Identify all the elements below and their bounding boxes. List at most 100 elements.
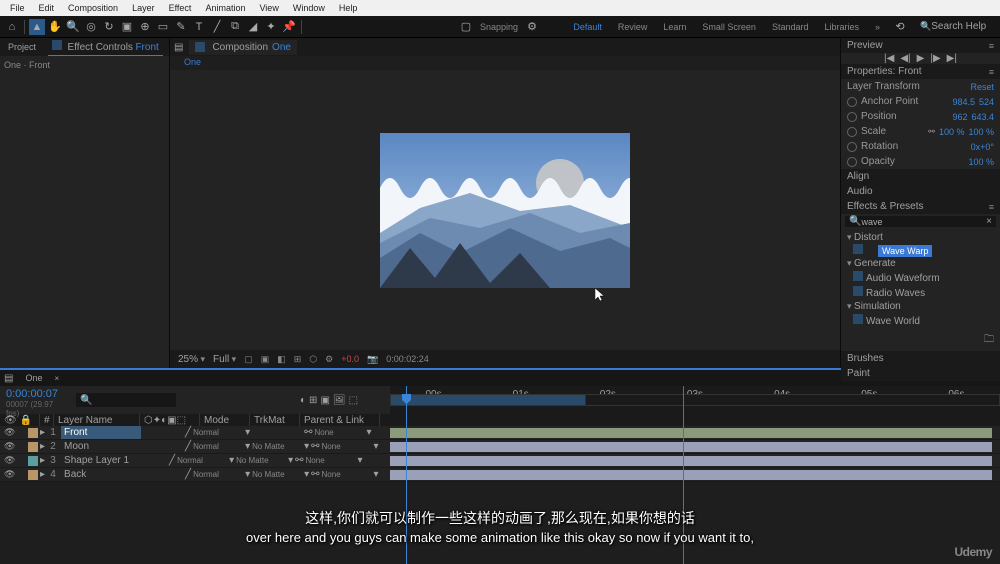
close-tab-icon[interactable]: ×: [54, 374, 59, 383]
snapping-label[interactable]: Snapping: [476, 22, 522, 32]
puppet-tool[interactable]: 📌: [281, 19, 297, 35]
panel-menu-icon[interactable]: ▤: [174, 42, 183, 53]
menu-composition[interactable]: Composition: [62, 2, 124, 14]
effect-wave-world[interactable]: Wave World: [841, 313, 1000, 328]
viewer-btn-2[interactable]: ▣: [261, 354, 270, 365]
first-frame-icon[interactable]: |◀: [884, 53, 894, 64]
visibility-icon[interactable]: 👁: [4, 441, 14, 452]
parent-dropdown[interactable]: None: [314, 428, 364, 437]
stopwatch-icon[interactable]: [847, 112, 857, 122]
pos-y[interactable]: 643.4: [971, 112, 994, 122]
play-icon[interactable]: ▶: [917, 53, 925, 64]
last-frame-icon[interactable]: ▶|: [947, 53, 957, 64]
effect-radio-waves[interactable]: Radio Waves: [841, 285, 1000, 300]
rotation-val[interactable]: 0x+0°: [971, 142, 994, 152]
layer-duration-bar[interactable]: [390, 456, 992, 466]
visibility-icon[interactable]: 👁: [4, 469, 14, 480]
panel-menu-icon[interactable]: ≡: [989, 202, 994, 212]
menu-window[interactable]: Window: [287, 2, 331, 14]
stopwatch-icon[interactable]: [847, 127, 857, 137]
camera-tool[interactable]: ▣: [119, 19, 135, 35]
viewer-btn-6[interactable]: ⚙: [325, 354, 333, 365]
type-tool[interactable]: T: [191, 19, 207, 35]
timeline-search[interactable]: 🔍: [76, 393, 176, 407]
resolution-dropdown[interactable]: Full ▾: [213, 354, 236, 365]
workspace-standard[interactable]: Standard: [768, 22, 813, 32]
prev-frame-icon[interactable]: ◀|: [900, 53, 910, 64]
tl-icon-1[interactable]: ◐: [300, 395, 306, 406]
timecode[interactable]: 0:00:00:07 00007 (29.97 fps): [0, 386, 70, 414]
home-icon[interactable]: ⌂: [4, 19, 20, 35]
brush-tool[interactable]: ╱: [209, 19, 225, 35]
comp-breadcrumb[interactable]: One: [178, 56, 207, 70]
visibility-icon[interactable]: 👁: [4, 427, 14, 438]
scale-x[interactable]: 100 %: [939, 127, 965, 137]
parent-pick-icon[interactable]: ⚯: [311, 441, 319, 452]
blend-mode[interactable]: Normal: [193, 428, 243, 437]
visibility-icon[interactable]: 👁: [4, 455, 14, 466]
color-label[interactable]: [28, 456, 38, 466]
category-generate[interactable]: ▾ Generate: [841, 257, 1000, 270]
parent-dropdown[interactable]: None: [322, 442, 372, 451]
layer-row[interactable]: 👁 ▸ 3 Shape Layer 1 ╱ Normal▾ No Matte▾ …: [0, 454, 1000, 468]
menu-layer[interactable]: Layer: [126, 2, 161, 14]
twirl-icon[interactable]: ▸: [40, 427, 45, 438]
tl-icon-4[interactable]: 🖼: [333, 395, 346, 406]
snap-icon[interactable]: ▢: [458, 19, 474, 35]
zoom-tool[interactable]: 🔍: [65, 19, 81, 35]
workspace-more-icon[interactable]: »: [871, 22, 884, 32]
layer-duration-bar[interactable]: [390, 428, 992, 438]
color-label[interactable]: [28, 470, 38, 480]
track-matte[interactable]: No Matte: [252, 470, 302, 479]
pen-tool[interactable]: ✎: [173, 19, 189, 35]
menu-help[interactable]: Help: [333, 2, 364, 14]
panel-menu-icon[interactable]: ≡: [989, 41, 994, 51]
eraser-tool[interactable]: ◢: [245, 19, 261, 35]
parent-pick-icon[interactable]: ⚯: [295, 455, 303, 466]
stopwatch-icon[interactable]: [847, 157, 857, 167]
paint-header[interactable]: Paint: [841, 366, 1000, 381]
composition-viewer[interactable]: [170, 70, 840, 350]
clone-tool[interactable]: ⧉: [227, 19, 243, 35]
twirl-icon[interactable]: ▸: [40, 441, 45, 452]
menu-view[interactable]: View: [253, 2, 284, 14]
rect-tool[interactable]: ▭: [155, 19, 171, 35]
parent-dropdown[interactable]: None: [322, 470, 372, 479]
menu-animation[interactable]: Animation: [199, 2, 251, 14]
brushes-header[interactable]: Brushes: [841, 351, 1000, 366]
pan-behind-tool[interactable]: ⊕: [137, 19, 153, 35]
timeline-tab-one[interactable]: One: [19, 372, 48, 384]
zoom-dropdown[interactable]: 25% ▾: [178, 354, 205, 365]
parent-dropdown[interactable]: None: [306, 456, 356, 465]
layer-row[interactable]: 👁 ▸ 4 Back ╱ Normal▾ No Matte▾ ⚯None▾: [0, 468, 1000, 482]
next-frame-icon[interactable]: |▶: [930, 53, 940, 64]
workspace-default[interactable]: Default: [569, 22, 606, 32]
layer-duration-bar[interactable]: [390, 470, 992, 480]
effect-audio-waveform[interactable]: Audio Waveform: [841, 270, 1000, 285]
scale-y[interactable]: 100 %: [968, 127, 994, 137]
workspace-learn[interactable]: Learn: [659, 22, 690, 32]
workspace-review[interactable]: Review: [614, 22, 652, 32]
stopwatch-icon[interactable]: [847, 142, 857, 152]
clear-icon[interactable]: ×: [986, 216, 992, 227]
search-help[interactable]: 🔍 Search Help: [916, 20, 996, 34]
twirl-icon[interactable]: ▸: [40, 469, 45, 480]
opacity-val[interactable]: 100 %: [968, 157, 994, 167]
layer-name[interactable]: Shape Layer 1: [61, 454, 141, 467]
stopwatch-icon[interactable]: [847, 97, 857, 107]
effect-wave-warp[interactable]: Wave Warp: [878, 245, 932, 257]
blend-mode[interactable]: Normal: [177, 456, 227, 465]
layer-name[interactable]: Back: [61, 468, 141, 481]
tl-icon-3[interactable]: ▣: [320, 395, 329, 406]
pos-x[interactable]: 962: [952, 112, 967, 122]
exposure-value[interactable]: +0.0: [341, 354, 359, 364]
effects-search[interactable]: 🔍×: [845, 216, 996, 227]
anchor-x[interactable]: 984.5: [952, 97, 975, 107]
workspace-reset-icon[interactable]: ⟲: [892, 19, 908, 35]
workspace-libraries[interactable]: Libraries: [820, 22, 863, 32]
blend-mode[interactable]: Normal: [193, 442, 243, 451]
playhead[interactable]: [406, 386, 407, 564]
category-distort[interactable]: ▾ Distort: [841, 231, 1000, 244]
layer-name[interactable]: Front: [61, 426, 141, 439]
menu-effect[interactable]: Effect: [163, 2, 198, 14]
